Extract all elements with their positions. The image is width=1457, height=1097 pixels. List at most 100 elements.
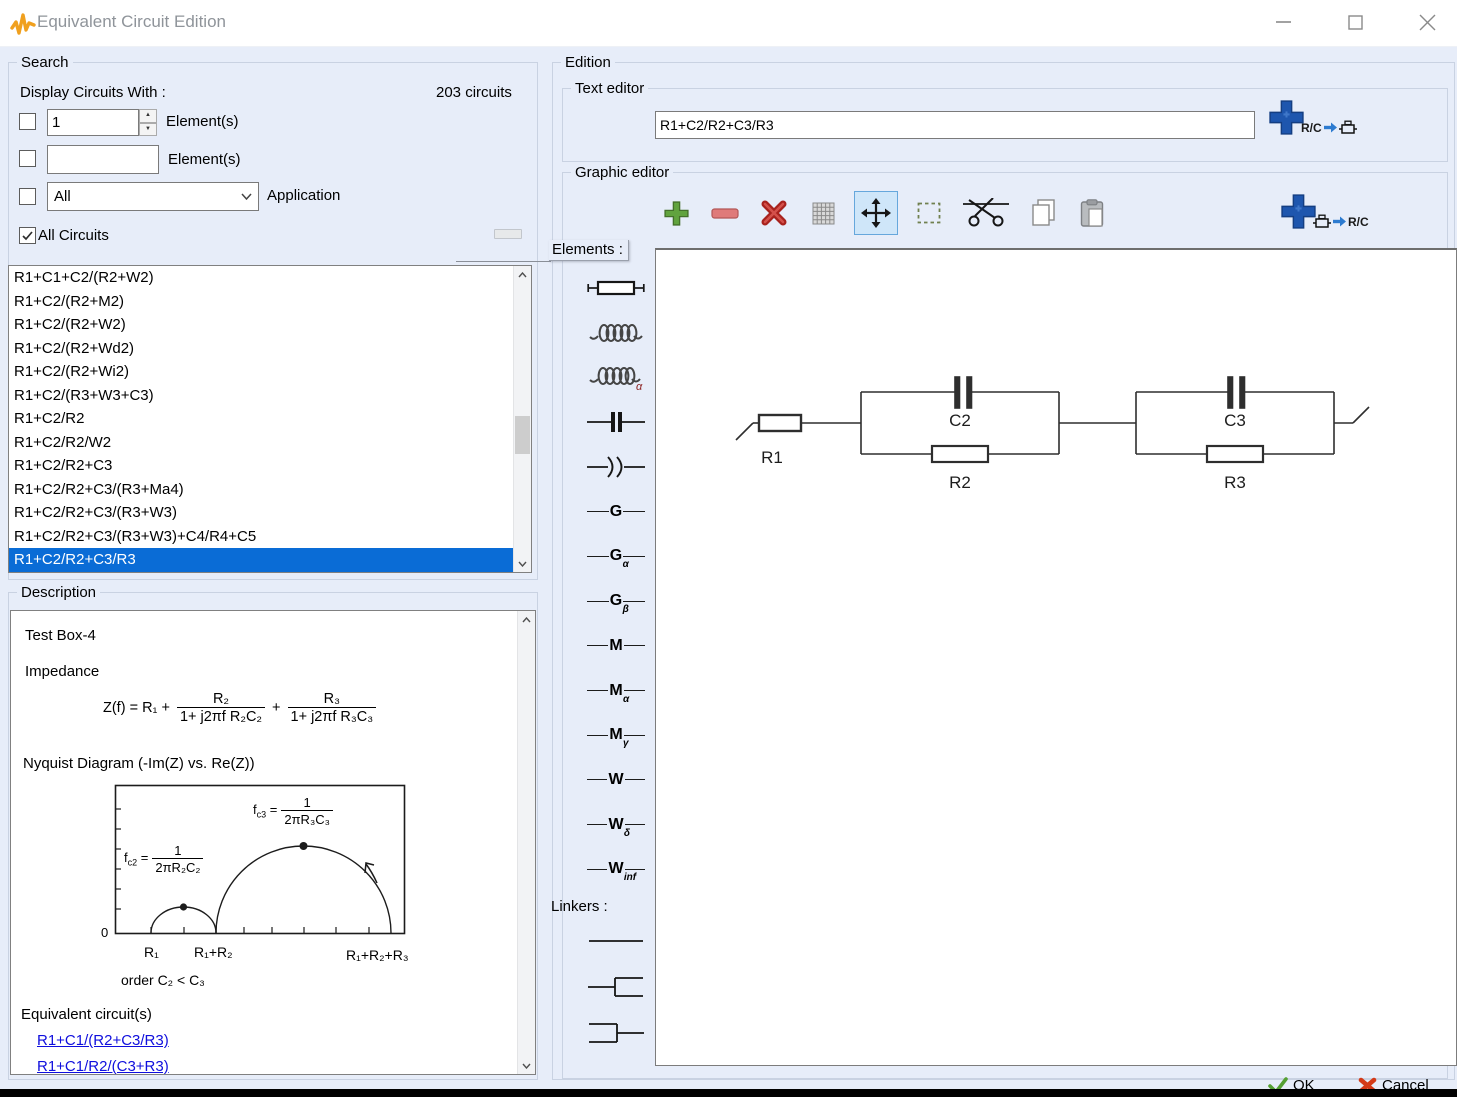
circuit-list-item[interactable]: R1+C2/R2+C3/(R3+W3) [9,501,513,525]
element-w-delta[interactable]: Wδ [578,802,654,847]
remove-element-button[interactable] [707,195,743,231]
element-count-spinner[interactable]: ▲ ▼ [139,109,157,136]
scroll-down-button[interactable] [514,555,531,572]
scroll-up-button[interactable] [514,266,531,283]
remove-minus-icon [711,208,739,219]
equivalent-circuit-link-2[interactable]: R1+C1/R2/(C3+R3) [37,1058,169,1075]
element-m-gamma[interactable]: Mγ [578,713,654,758]
circuit-list[interactable]: R1+C1+C2/(R2+W2) R1+C2/(R2+M2) R1+C2/(R2… [8,265,532,573]
label-c3: C3 [1224,411,1246,430]
application-dropdown-value: All [54,188,71,205]
circuit-list-item[interactable]: R1+C2/R2/W2 [9,431,513,455]
svg-text:α: α [636,381,643,391]
circuit-list-item[interactable]: R1+C2/R2+C3/(R3+W3)+C4/R4+C5 [9,525,513,549]
label-c2: C2 [949,411,971,430]
text-to-graphic-button[interactable]: R/C [1268,99,1357,136]
description-scrollbar[interactable] [517,611,535,1074]
elements-label: Elements : [549,240,629,261]
add-plus-icon [663,200,690,227]
graphic-to-text-button[interactable]: R/C [1280,193,1369,230]
copy-button[interactable] [1025,195,1061,231]
circuit-list-item[interactable]: R1+C2/(R2+Wd2) [9,337,513,361]
wire-icon [589,939,643,943]
all-circuits-label: All Circuits [38,227,109,244]
equivalent-circuit-link-1[interactable]: R1+C1/(R2+C3/R3) [37,1032,169,1049]
formula-plus: + [272,700,280,716]
graphic-canvas[interactable]: R1 C2 R2 C3 R3 [655,248,1457,1066]
element-count-1-checkbox[interactable] [19,113,36,130]
cut-button[interactable] [960,195,1012,231]
screen-bottom-bar [0,1089,1457,1097]
circuit-list-item[interactable]: R1+C2/(R3+W3+C3) [9,384,513,408]
scroll-down-icon [518,561,527,567]
element-inductor[interactable] [578,311,654,356]
circuit-list-item[interactable]: R1+C2/R2 [9,407,513,431]
circuit-list-item[interactable]: R1+C2/(R2+Wi2) [9,360,513,384]
element-count-2-input[interactable] [47,145,159,174]
minimize-button[interactable] [1260,6,1306,38]
linker-split[interactable] [578,964,654,1010]
scroll-thumb[interactable] [515,416,530,454]
scroll-down-icon [522,1063,531,1069]
edition-group-label: Edition [561,54,615,71]
search-group-label: Search [17,54,73,71]
maximize-button[interactable] [1332,6,1378,38]
element-g[interactable]: G [578,489,654,534]
spinner-up-icon[interactable]: ▲ [139,109,157,123]
cpe-icon [587,455,645,479]
label-r1: R1 [761,448,783,467]
collapse-handle-button[interactable] [494,229,522,239]
minimize-icon [1276,21,1291,23]
circuit-list-item[interactable]: R1+C2/R2+C3 [9,454,513,478]
element-w[interactable]: W [578,758,654,803]
close-button[interactable] [1404,6,1450,38]
grid-button[interactable] [805,195,841,231]
element-w-inf[interactable]: Winf [578,847,654,892]
close-icon [1419,14,1436,31]
circuits-count: 203 circuits [436,84,512,101]
rubber-band-select-button[interactable] [911,195,947,231]
circuit-list-item[interactable]: R1+C2/(R2+M2) [9,290,513,314]
element-count-1-input[interactable] [47,109,139,136]
element-cpe[interactable] [578,445,654,490]
delete-x-icon [760,200,788,226]
checkmark-icon [22,231,33,241]
element-resistor[interactable] [578,266,654,311]
linker-wire[interactable] [578,918,654,964]
circuit-text-input[interactable] [655,111,1255,139]
fc3-label: fc3 = 12πR₃C₃ [253,795,333,827]
formula-lhs: Z(f) = R₁ + [103,700,170,716]
add-element-button[interactable] [658,195,694,231]
element-g-alpha[interactable]: Gα [578,534,654,579]
spinner-down-icon[interactable]: ▼ [139,123,157,137]
capacitor-icon [587,410,645,434]
element-inductor-alpha[interactable]: α [578,355,654,400]
scroll-up-icon [522,617,531,623]
circuit-list-item[interactable]: R1+C1+C2/(R2+W2) [9,266,513,290]
linkers-label: Linkers : [551,898,608,915]
move-tool-button[interactable] [854,191,898,235]
element-count-2-checkbox[interactable] [19,150,36,167]
paste-button[interactable] [1074,195,1110,231]
linker-merge[interactable] [578,1010,654,1056]
elements-palette: α G Gα Gβ M Mα Mγ W Wδ [578,266,654,892]
delete-button[interactable] [756,195,792,231]
arrow-right-icon [1333,216,1346,227]
display-circuits-label: Display Circuits With : [20,84,166,101]
element-m-alpha[interactable]: Mα [578,668,654,713]
circuit-list-item-selected[interactable]: R1+C2/R2+C3/R3 [9,548,513,572]
element-g-beta[interactable]: Gβ [578,579,654,624]
linkers-palette [578,918,654,1056]
scroll-down-button[interactable] [518,1057,535,1074]
circuit-list-item[interactable]: R1+C2/R2+C3/(R3+Ma4) [9,478,513,502]
graphic-circuit-mini-icon [1339,120,1357,135]
all-circuits-checkbox[interactable] [19,227,36,244]
application-checkbox[interactable] [19,188,36,205]
circuit-list-item[interactable]: R1+C2/(R2+W2) [9,313,513,337]
element-m[interactable]: M [578,624,654,669]
application-dropdown[interactable]: All [47,182,259,211]
circuit-list-scrollbar[interactable] [513,266,531,572]
scroll-up-button[interactable] [518,611,535,628]
element-capacitor[interactable] [578,400,654,445]
description-title: Test Box-4 [25,627,96,644]
